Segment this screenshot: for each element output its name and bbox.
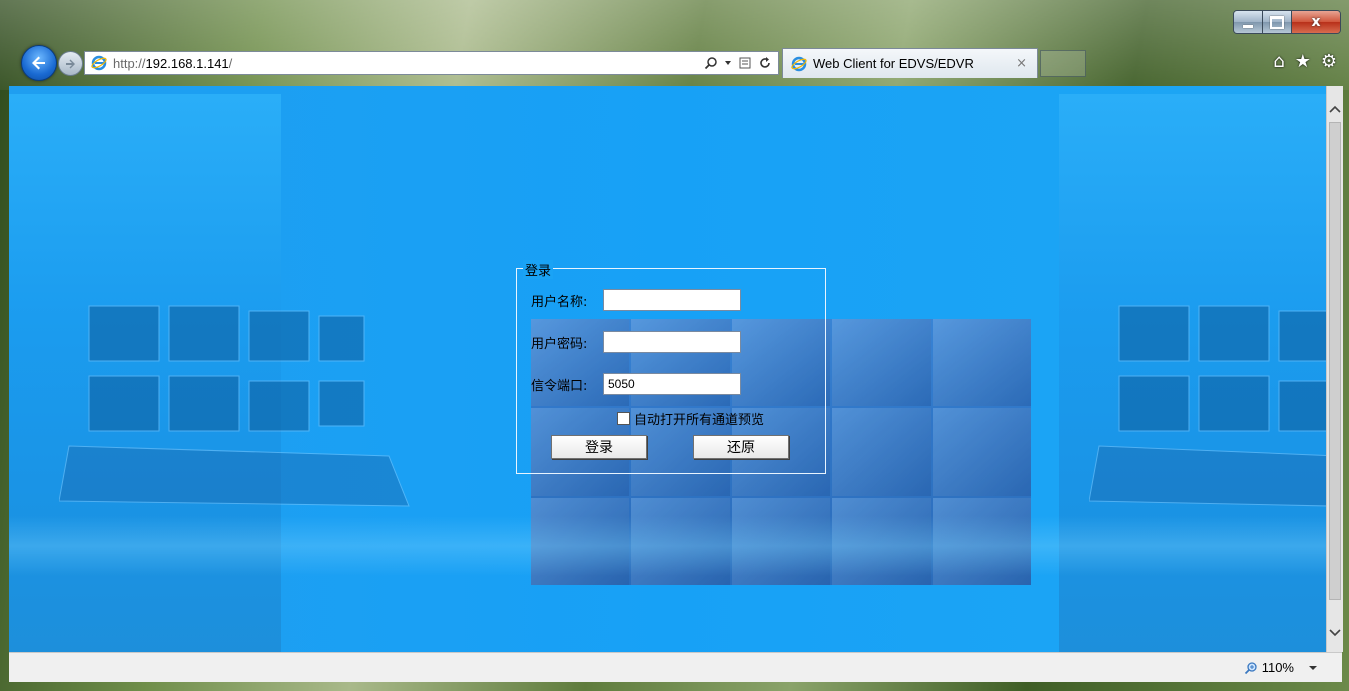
zoom-level: 110%	[1261, 660, 1294, 675]
collage-cell	[832, 319, 931, 407]
background-glow	[9, 516, 1326, 576]
vertical-scrollbar[interactable]	[1326, 86, 1343, 652]
port-input[interactable]	[603, 373, 741, 395]
tab-web-client[interactable]: Web Client for EDVS/EDVR ×	[782, 48, 1038, 78]
url-text: http://192.168.1.141/	[113, 55, 233, 71]
reset-button[interactable]: 还原	[693, 435, 789, 459]
username-label: 用户名称:	[531, 294, 588, 310]
zoom-control[interactable]: 110%	[1244, 660, 1318, 675]
collage-cell	[832, 408, 931, 496]
window-titlebar	[0, 0, 1349, 90]
monitor-wall-left-image	[59, 305, 410, 507]
chevron-down-icon	[1329, 629, 1341, 637]
ie-logo-icon	[791, 56, 807, 71]
username-input[interactable]	[603, 289, 741, 311]
compat-view-icon[interactable]	[738, 56, 752, 70]
monitor-wall-right-image	[1089, 305, 1326, 507]
chevron-down-icon[interactable]	[724, 59, 732, 67]
auto-open-row: 自动打开所有通道预览	[617, 409, 764, 428]
maximize-button[interactable]	[1263, 11, 1292, 33]
window-caption-buttons: x	[1233, 10, 1341, 34]
forward-button[interactable]	[58, 51, 83, 76]
refresh-icon[interactable]	[758, 56, 772, 70]
collage-cell	[932, 408, 1031, 496]
password-label: 用户密码:	[531, 336, 588, 352]
forward-arrow-icon	[65, 59, 75, 68]
address-bar[interactable]: http://192.168.1.141/	[84, 51, 779, 75]
port-row: 信令端口:	[531, 373, 741, 395]
port-label: 信令端口:	[531, 378, 588, 394]
auto-open-label: 自动打开所有通道预览	[634, 413, 765, 428]
login-button[interactable]: 登录	[551, 435, 647, 459]
password-input[interactable]	[603, 331, 741, 353]
home-icon[interactable]: ⌂	[1273, 51, 1284, 73]
chevron-down-icon[interactable]	[1308, 664, 1318, 672]
username-row: 用户名称:	[531, 289, 741, 311]
minimize-button[interactable]	[1234, 11, 1263, 33]
login-fieldset: 登录 用户名称: 用户密码: 信令端口: 自动打开所有通道预览 登录 还原	[516, 260, 826, 474]
tab-title: Web Client for EDVS/EDVR	[813, 56, 974, 71]
scroll-thumb[interactable]	[1329, 122, 1341, 600]
search-icon[interactable]	[704, 56, 718, 70]
favorites-star-icon[interactable]: ★	[1295, 51, 1311, 73]
scroll-up-button[interactable]	[1327, 100, 1343, 118]
zoom-icon	[1244, 661, 1257, 674]
back-button[interactable]	[21, 45, 57, 81]
login-legend: 登录	[523, 260, 554, 279]
back-arrow-icon	[32, 56, 45, 70]
browser-toolbar-right: ⌂ ★ ⚙	[1273, 51, 1337, 73]
address-bar-tools	[704, 56, 778, 70]
close-window-button[interactable]: x	[1292, 11, 1340, 33]
close-tab-icon[interactable]: ×	[1016, 56, 1027, 71]
maximize-icon	[1270, 15, 1284, 29]
gear-icon[interactable]: ⚙	[1321, 51, 1337, 73]
auto-open-checkbox[interactable]	[617, 412, 630, 425]
ie-logo-icon	[91, 55, 107, 71]
password-row: 用户密码:	[531, 331, 741, 353]
new-tab-button[interactable]	[1040, 50, 1086, 77]
close-icon: x	[1311, 14, 1321, 30]
chevron-up-icon	[1329, 105, 1341, 113]
scroll-down-button[interactable]	[1327, 624, 1343, 642]
minimize-icon	[1243, 24, 1253, 28]
collage-cell	[932, 319, 1031, 407]
status-bar: 110%	[9, 652, 1342, 682]
